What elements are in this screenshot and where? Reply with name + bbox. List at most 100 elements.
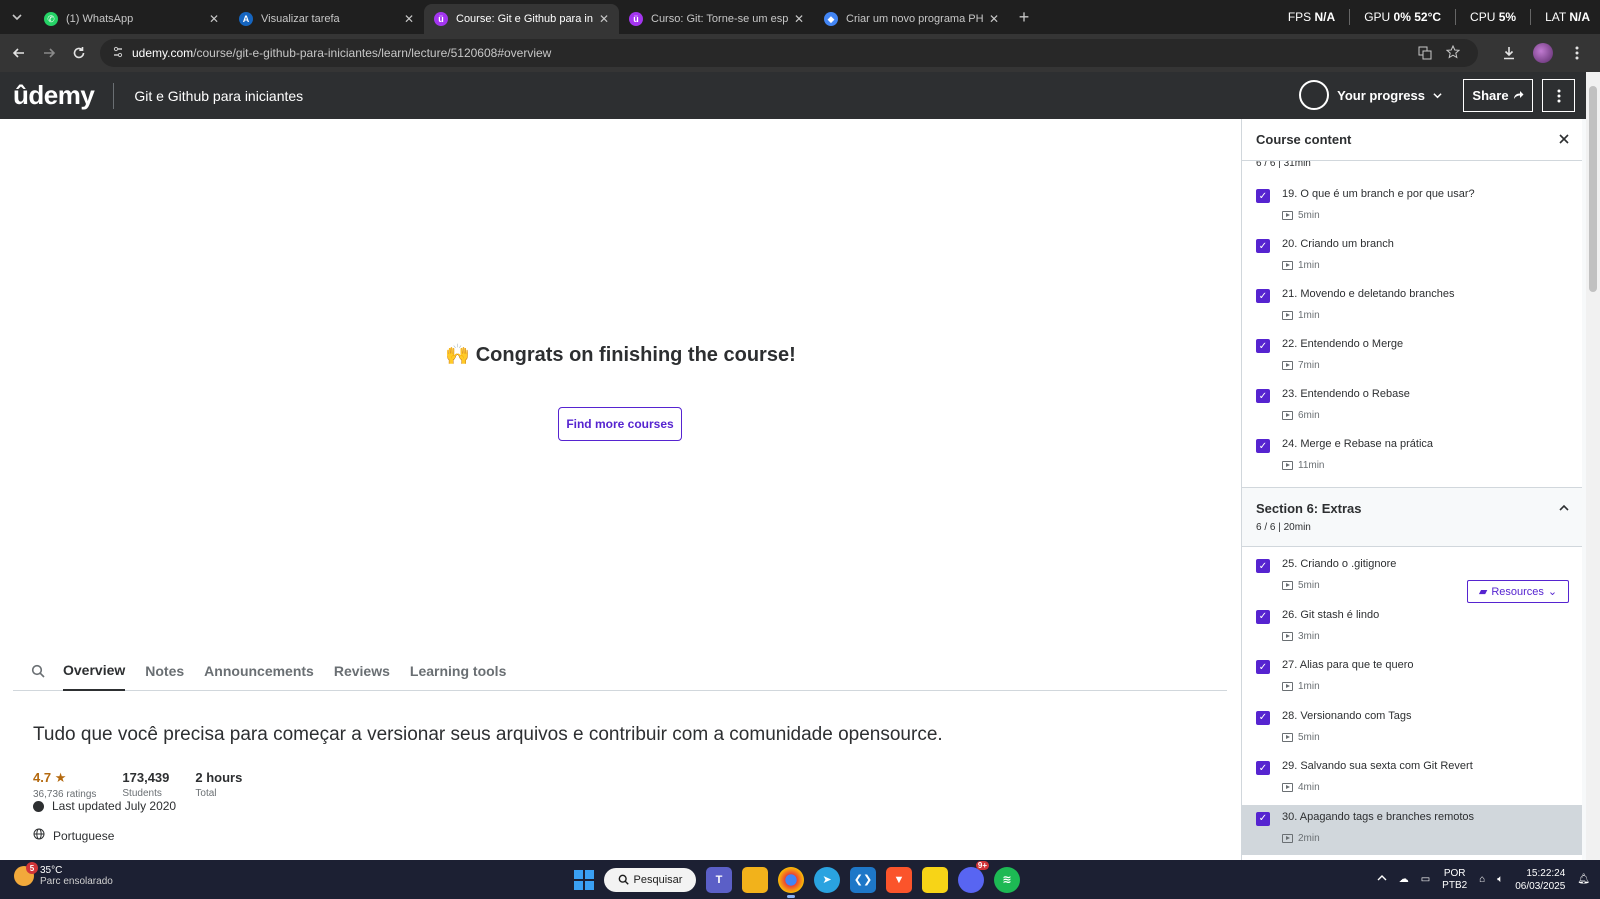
back-arrow-icon[interactable]: [4, 38, 34, 68]
lecture-title: 27. Alias para que te quero: [1282, 659, 1414, 671]
tab-title: Visualizar tarefa: [261, 13, 340, 25]
lecture-title: 20. Criando um branch: [1282, 238, 1394, 250]
video-icon: [1282, 682, 1293, 691]
tab-learning-tools[interactable]: Learning tools: [410, 651, 506, 691]
checkbox-checked-icon[interactable]: ✓: [1256, 339, 1270, 353]
share-button[interactable]: Share: [1463, 79, 1533, 112]
file-explorer-icon[interactable]: [742, 866, 768, 893]
lecture-item[interactable]: ✓ 21. Movendo e deletando branches 1min: [1242, 282, 1583, 332]
discord-icon[interactable]: 9+: [958, 860, 989, 893]
checkbox-checked-icon[interactable]: ✓: [1256, 189, 1270, 203]
tab-close-icon[interactable]: ✕: [404, 12, 414, 26]
students-value: 173,439: [122, 770, 170, 785]
browser-tab[interactable]: A Visualizar tarefa ✕: [229, 4, 424, 34]
tab-close-icon[interactable]: ✕: [794, 12, 804, 26]
sticky-notes-icon[interactable]: [922, 866, 948, 893]
lecture-item[interactable]: ✓ 27. Alias para que te quero 1min: [1242, 653, 1583, 703]
chevron-up-icon[interactable]: [1559, 502, 1569, 516]
checkbox-checked-icon[interactable]: ✓: [1256, 761, 1270, 775]
lecture-item[interactable]: ✓ 22. Entendendo o Merge 7min: [1242, 332, 1583, 382]
notification-icon[interactable]: 🔔︎: [1577, 874, 1590, 885]
close-icon[interactable]: [1559, 131, 1569, 149]
volume-icon[interactable]: 🔈︎: [1497, 874, 1503, 885]
chrome-icon[interactable]: [778, 866, 804, 898]
address-bar[interactable]: udemy.com/course/git-e-github-para-inici…: [100, 39, 1478, 67]
tab-close-icon[interactable]: ✕: [209, 12, 219, 26]
checkbox-checked-icon[interactable]: ✓: [1256, 609, 1270, 624]
total-label: Total: [195, 788, 217, 799]
windows-start-icon[interactable]: [574, 869, 594, 890]
lecture-item[interactable]: ✓ 29. Salvando sua sexta com Git Revert 4m…: [1242, 754, 1583, 804]
checkbox-checked-icon[interactable]: ✓: [1256, 289, 1270, 303]
lecture-item[interactable]: ✓ 24. Merge e Rebase na prática 11min: [1242, 432, 1583, 482]
browser-tab[interactable]: ✆ (1) WhatsApp ✕: [34, 4, 229, 34]
progress-ring-icon: [1299, 80, 1330, 110]
lecture-item[interactable]: ✓ 19. O que é um branch e por que usar? 5m…: [1242, 182, 1583, 232]
lecture-item[interactable]: ✓ 30. Apagando tags e branches remotos 2mi…: [1242, 804, 1583, 855]
section-header[interactable]: Section 6: Extras 6 / 6 | 20min: [1242, 487, 1583, 547]
search-icon[interactable]: [13, 664, 63, 678]
progress-dropdown[interactable]: Your progress: [1299, 78, 1442, 112]
checkbox-checked-icon[interactable]: ✓: [1256, 439, 1270, 453]
download-icon[interactable]: [1494, 38, 1524, 68]
course-title[interactable]: Git e Github para iniciantes: [134, 88, 303, 104]
page-scroll-thumb[interactable]: [1589, 86, 1597, 292]
resources-button[interactable]: ▰ Resources ⌄: [1467, 580, 1569, 603]
tab-close-icon[interactable]: ✕: [989, 12, 999, 26]
tab-close-icon[interactable]: ✕: [599, 12, 609, 26]
checkbox-checked-icon[interactable]: ✓: [1256, 239, 1270, 253]
checkbox-checked-icon[interactable]: ✓: [1256, 811, 1270, 826]
browser-tab[interactable]: ü Course: Git e Github para inicia ✕: [424, 4, 619, 34]
chevron-up-icon[interactable]: [1377, 873, 1387, 886]
language-indicator[interactable]: POR PTB2: [1442, 868, 1467, 892]
lecture-title: 29. Salvando sua sexta com Git Revert: [1282, 760, 1473, 772]
tab-title: Course: Git e Github para inicia: [456, 13, 593, 25]
language-text: Portuguese: [53, 828, 115, 843]
language-row: Portuguese: [33, 828, 114, 843]
vscode-icon[interactable]: ❮❯: [850, 866, 876, 893]
display-icon[interactable]: ▭: [1421, 874, 1430, 885]
teams-icon[interactable]: T: [706, 866, 732, 893]
star-icon: ★: [54, 770, 67, 785]
lecture-duration: 2min: [1282, 833, 1320, 844]
translate-icon[interactable]: [1418, 46, 1432, 63]
udemy-logo[interactable]: ûdemy: [13, 80, 95, 111]
browser-menu-icon[interactable]: [1562, 38, 1592, 68]
telegram-icon[interactable]: ➤: [814, 866, 840, 893]
tab-overview[interactable]: Overview: [63, 651, 126, 691]
lecture-item[interactable]: ✓ 23. Entendendo o Rebase 6min: [1242, 382, 1583, 432]
tab-announcements[interactable]: Announcements: [204, 651, 314, 691]
forward-arrow-icon[interactable]: [34, 38, 64, 68]
find-more-courses-button[interactable]: Find more courses: [558, 407, 682, 441]
checkbox-checked-icon[interactable]: ✓: [1256, 710, 1270, 725]
tab-search-chevron-icon[interactable]: [0, 0, 34, 34]
share-arrow-icon: [1513, 88, 1524, 103]
video-icon: [1282, 631, 1293, 641]
site-info-icon[interactable]: [112, 46, 124, 61]
tab-reviews[interactable]: Reviews: [334, 651, 390, 691]
more-options-button[interactable]: [1542, 79, 1575, 112]
taskbar-search[interactable]: Pesquisar: [604, 867, 696, 892]
reload-icon[interactable]: [64, 38, 94, 68]
bookmark-star-icon[interactable]: [1445, 44, 1461, 62]
browser-tab[interactable]: ü Curso: Git: Torne-se um especia ✕: [619, 4, 814, 34]
last-updated-row: Last updated July 2020: [33, 799, 176, 813]
weather-widget[interactable]: 5 35°C Parc ensolarado: [14, 862, 113, 887]
page-scrollbar[interactable]: [1586, 72, 1600, 860]
onedrive-icon[interactable]: ☁: [1399, 874, 1409, 885]
brave-icon[interactable]: ▼: [886, 866, 912, 893]
spotify-icon[interactable]: ≋: [994, 866, 1020, 893]
tab-notes[interactable]: Notes: [145, 651, 184, 691]
lecture-item[interactable]: ✓ 28. Versionando com Tags 5min: [1242, 704, 1583, 754]
lecture-item[interactable]: ✓ 25. Criando o .gitignore 5min ▰ Resources ⌄: [1242, 552, 1583, 603]
checkbox-checked-icon[interactable]: ✓: [1256, 389, 1270, 403]
lecture-item[interactable]: ✓ 20. Criando um branch 1min: [1242, 232, 1583, 282]
browser-tab[interactable]: ◆ Criar um novo programa PHP - ✕: [814, 4, 1009, 34]
clock[interactable]: 15:22:24 06/03/2025: [1515, 867, 1565, 893]
checkbox-checked-icon[interactable]: ✓: [1256, 559, 1270, 573]
network-icon[interactable]: ⌂: [1479, 874, 1485, 885]
lecture-item[interactable]: ✓ 26. Git stash é lindo 3min: [1242, 603, 1583, 653]
new-tab-button[interactable]: +: [1009, 7, 1039, 28]
checkbox-checked-icon[interactable]: ✓: [1256, 660, 1270, 674]
profile-avatar[interactable]: [1528, 38, 1558, 68]
